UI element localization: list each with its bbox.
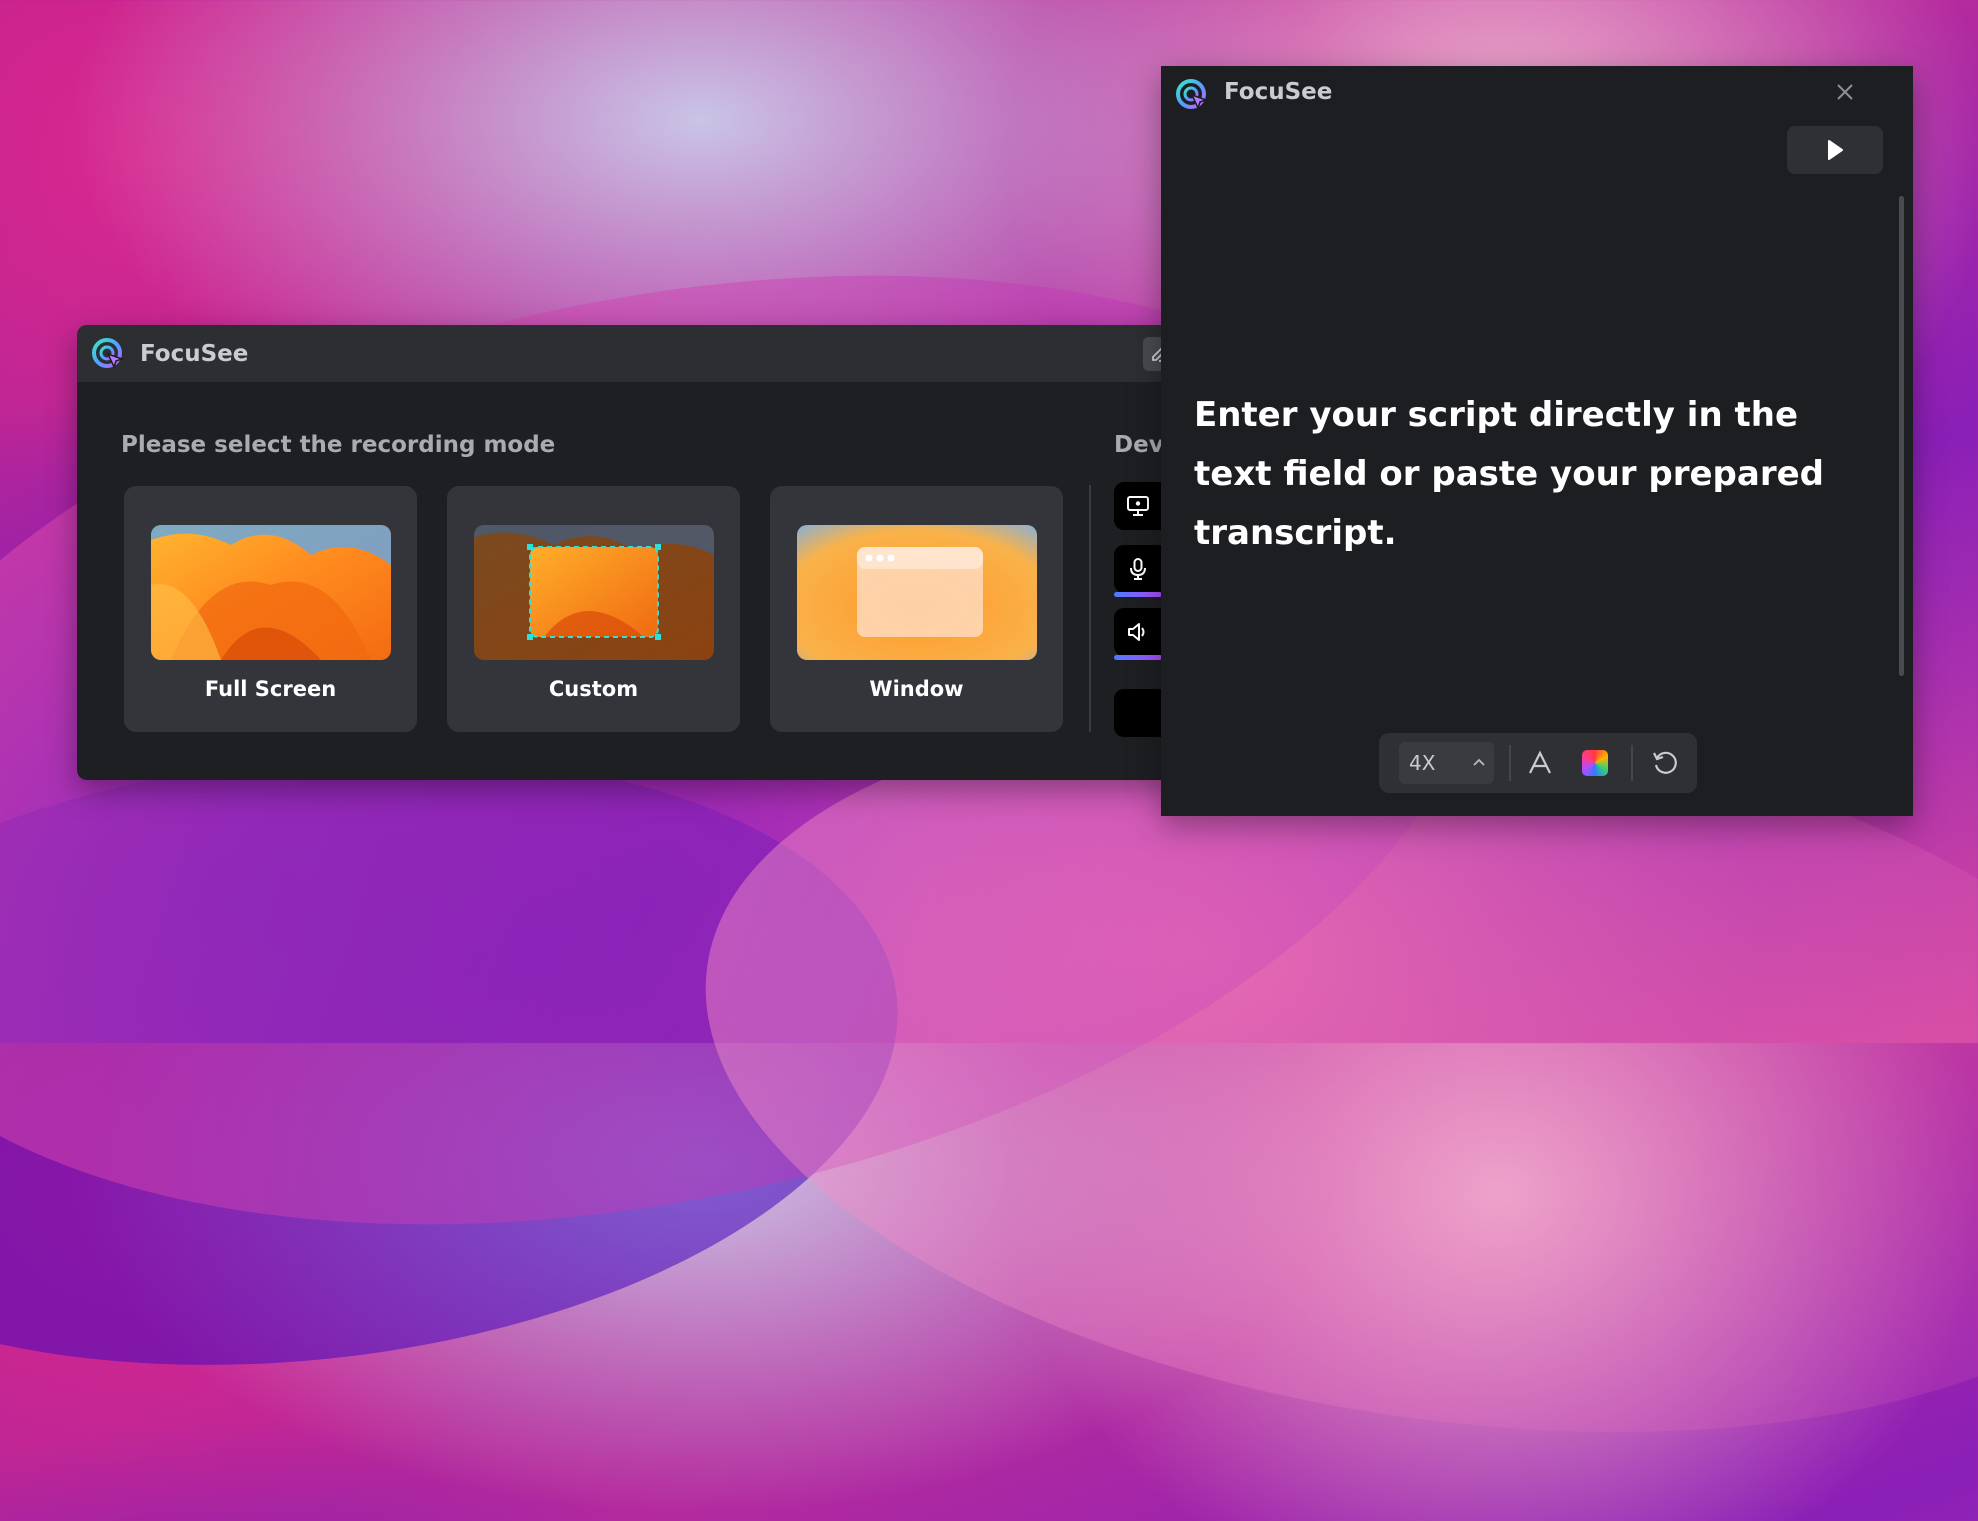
- window-thumbnail: [797, 525, 1037, 660]
- font-icon: [1529, 750, 1551, 774]
- script-text-field[interactable]: Enter your script directly in the text f…: [1194, 386, 1854, 563]
- custom-region-thumbnail: [474, 525, 714, 660]
- speed-value: 4X: [1409, 751, 1436, 775]
- app-title: FocuSee: [140, 340, 249, 367]
- scrollbar[interactable]: [1899, 196, 1904, 676]
- title-bar[interactable]: FocuSee: [77, 325, 1177, 382]
- font-button[interactable]: [1524, 747, 1556, 779]
- toolbar-divider: [1631, 745, 1633, 781]
- speaker-device-button[interactable]: [1114, 608, 1162, 656]
- reset-icon: [1653, 751, 1677, 774]
- screen-icon: [1127, 496, 1149, 516]
- close-button[interactable]: [1833, 80, 1857, 104]
- color-picker-button[interactable]: [1579, 747, 1611, 779]
- microphone-level-meter: [1114, 592, 1162, 597]
- mode-card-window[interactable]: Window: [770, 486, 1063, 732]
- reset-button[interactable]: [1649, 747, 1681, 779]
- app-title: FocuSee: [1224, 79, 1333, 105]
- screen-device-button[interactable]: [1114, 482, 1162, 530]
- play-icon: [1828, 140, 1843, 160]
- play-button[interactable]: [1787, 126, 1883, 174]
- chevron-up-icon: [1473, 758, 1485, 766]
- speaker-level-meter: [1114, 655, 1162, 660]
- full-screen-thumbnail: [151, 525, 391, 660]
- divider: [1089, 485, 1091, 732]
- mode-card-custom[interactable]: Custom: [447, 486, 740, 732]
- prompter-toolbar: 4X: [1379, 733, 1697, 793]
- camera-device-button[interactable]: [1114, 689, 1162, 737]
- microphone-icon: [1130, 558, 1146, 580]
- focusee-logo-icon: [91, 337, 125, 371]
- recording-window: FocuSee Please select the recording mode…: [77, 325, 1177, 780]
- speaker-icon: [1128, 623, 1145, 641]
- speed-selector[interactable]: 4X: [1399, 742, 1494, 784]
- microphone-device-button[interactable]: [1114, 545, 1162, 593]
- devices-label: Dev: [1114, 432, 1164, 458]
- toolbar-divider: [1509, 745, 1511, 781]
- mode-label: Window: [869, 677, 964, 701]
- prompter-window: FocuSee Enter your script directly in th…: [1161, 66, 1913, 816]
- color-picker-icon: [1582, 750, 1608, 776]
- mode-label: Custom: [548, 677, 639, 701]
- focusee-logo-icon: [1175, 78, 1209, 112]
- recording-mode-label: Please select the recording mode: [121, 432, 556, 458]
- mode-label: Full Screen: [204, 677, 337, 701]
- close-icon: [1837, 84, 1853, 100]
- mode-card-full-screen[interactable]: Full Screen: [124, 486, 417, 732]
